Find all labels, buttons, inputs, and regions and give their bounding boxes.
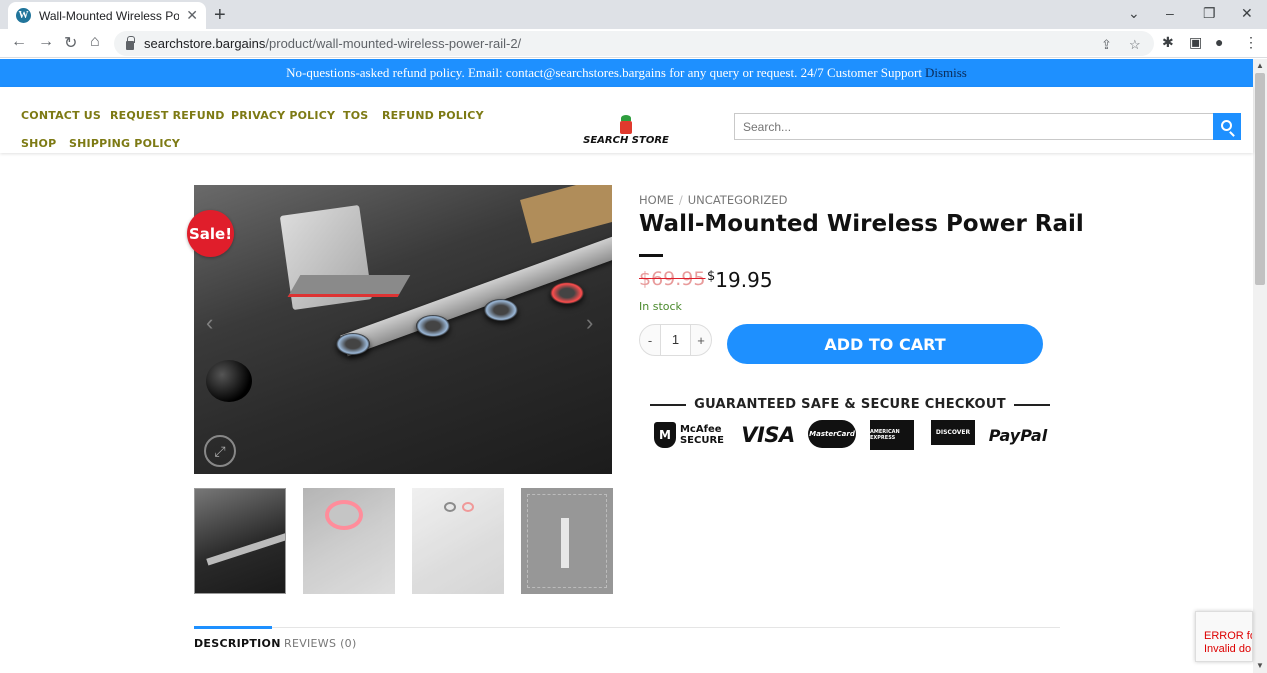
gallery-thumbnail[interactable] (194, 488, 286, 594)
extensions-icon[interactable]: ✱ (1162, 34, 1174, 51)
zoom-expand-icon[interactable]: ⤢ (204, 435, 236, 467)
scroll-down-icon[interactable]: ▼ (1256, 661, 1264, 670)
search-input[interactable] (734, 113, 1214, 140)
sale-badge: Sale! (187, 210, 234, 257)
amex-logo: AMERICAN EXPRESS (870, 420, 914, 450)
old-price: $69.95 (639, 268, 706, 290)
recaptcha-error-line2: Invalid do (1204, 643, 1252, 655)
gallery-next-icon[interactable]: › (586, 310, 593, 336)
store-notice: No-questions-asked refund policy. Email:… (0, 59, 1253, 87)
page-scrollbar[interactable]: ▲ ▼ (1253, 59, 1267, 673)
gallery-thumbnail[interactable] (412, 488, 504, 594)
bookmark-star-icon[interactable]: ☆ (1129, 37, 1141, 53)
dismiss-link[interactable]: Dismiss (925, 65, 967, 81)
tab-reviews[interactable]: REVIEWS (0) (284, 637, 357, 650)
close-window-button[interactable]: ✕ (1241, 5, 1253, 22)
back-icon[interactable]: ← (11, 33, 27, 51)
scrollbar-thumb[interactable] (1255, 73, 1265, 285)
tab-close-icon[interactable]: ✕ (186, 7, 198, 24)
minimize-button[interactable]: – (1166, 5, 1174, 21)
recaptcha-badge[interactable]: ERROR fo Invalid do (1195, 611, 1253, 662)
product-title: Wall-Mounted Wireless Power Rail (639, 211, 1084, 237)
active-tab-indicator (194, 626, 272, 629)
gallery-thumbnail[interactable] (303, 488, 395, 594)
nav-request-refund[interactable]: REQUEST REFUND (110, 109, 225, 122)
mcafee-logo: M McAfee SECURE (650, 420, 728, 450)
notice-text: No-questions-asked refund policy. Email:… (286, 65, 922, 80)
stock-status: In stock (639, 300, 682, 313)
gallery-prev-icon[interactable]: ‹ (206, 310, 213, 336)
restore-button[interactable]: ❐ (1203, 5, 1216, 22)
breadcrumb-home[interactable]: HOME (639, 193, 674, 207)
nav-shipping-policy[interactable]: SHIPPING POLICY (69, 137, 180, 150)
paypal-logo: PayPal (988, 425, 1048, 445)
url-host: searchstore.bargains (144, 36, 266, 51)
nav-tos[interactable]: TOS (343, 109, 368, 122)
forward-icon[interactable]: → (38, 33, 54, 51)
nav-refund-policy[interactable]: REFUND POLICY (382, 109, 484, 122)
lock-icon[interactable] (126, 35, 135, 50)
secure-checkout-heading: GUARANTEED SAFE & SECURE CHECKOUT (650, 397, 1051, 412)
visa-logo: VISA (741, 423, 795, 447)
browser-tab[interactable]: W Wall-Mounted Wireless Power Ra ✕ (8, 2, 206, 29)
search-icon (1220, 120, 1232, 131)
sale-price: $19.95 (707, 268, 773, 292)
wordpress-icon: W (16, 8, 31, 23)
nav-shop[interactable]: SHOP (21, 137, 56, 150)
site-header: CONTACT US REQUEST REFUND PRIVACY POLICY… (0, 87, 1253, 153)
qty-input[interactable]: 1 (660, 325, 691, 355)
tab-title: Wall-Mounted Wireless Power Ra (39, 8, 179, 23)
address-bar[interactable]: searchstore.bargains/product/wall-mounte… (114, 31, 1154, 56)
qty-plus-button[interactable]: + (691, 333, 711, 348)
home-icon[interactable]: ⌂ (90, 33, 100, 51)
tab-description[interactable]: DESCRIPTION (194, 637, 281, 650)
new-tab-button[interactable]: + (214, 4, 226, 27)
search-button[interactable] (1213, 113, 1241, 140)
browser-tabstrip: W Wall-Mounted Wireless Power Ra ✕ + ⌄ –… (0, 0, 1267, 29)
tabs-divider (194, 627, 1060, 628)
scroll-up-icon[interactable]: ▲ (1256, 61, 1264, 70)
quantity-stepper: - 1 + (639, 324, 712, 356)
reload-icon[interactable]: ↻ (64, 33, 77, 53)
nav-privacy-policy[interactable]: PRIVACY POLICY (231, 109, 335, 122)
browser-toolbar: ← → ↻ ⌂ searchstore.bargains/product/wal… (0, 29, 1267, 58)
mcafee-shield-icon: M (653, 422, 676, 448)
discover-logo: DISCOVER (931, 420, 975, 448)
breadcrumb: HOME / UNCATEGORIZED (639, 193, 788, 207)
plant-pot-icon (618, 115, 634, 135)
gallery-thumbnail[interactable] (521, 488, 613, 594)
breadcrumb-category[interactable]: UNCATEGORIZED (688, 193, 788, 207)
tab-search-icon[interactable]: ⌄ (1128, 5, 1140, 22)
add-to-cart-button[interactable]: ADD TO CART (727, 324, 1043, 364)
url-path: /product/wall-mounted-wireless-power-rai… (265, 36, 522, 51)
product-main-image[interactable]: ‹ › ⤢ (194, 185, 612, 474)
nav-contact-us[interactable]: CONTACT US (21, 109, 101, 122)
logo-text: SEARCH STORE (583, 135, 669, 146)
side-panel-icon[interactable]: ▣ (1189, 34, 1202, 51)
share-icon[interactable]: ⇪ (1101, 37, 1112, 53)
title-divider (639, 254, 663, 257)
mastercard-logo: MasterCard (808, 420, 856, 448)
recaptcha-error-line1: ERROR fo (1204, 630, 1253, 642)
menu-icon[interactable]: ⋮ (1244, 34, 1258, 51)
profile-icon[interactable]: ● (1215, 34, 1223, 50)
qty-minus-button[interactable]: - (640, 333, 660, 348)
site-logo[interactable]: SEARCH STORE (580, 115, 672, 149)
